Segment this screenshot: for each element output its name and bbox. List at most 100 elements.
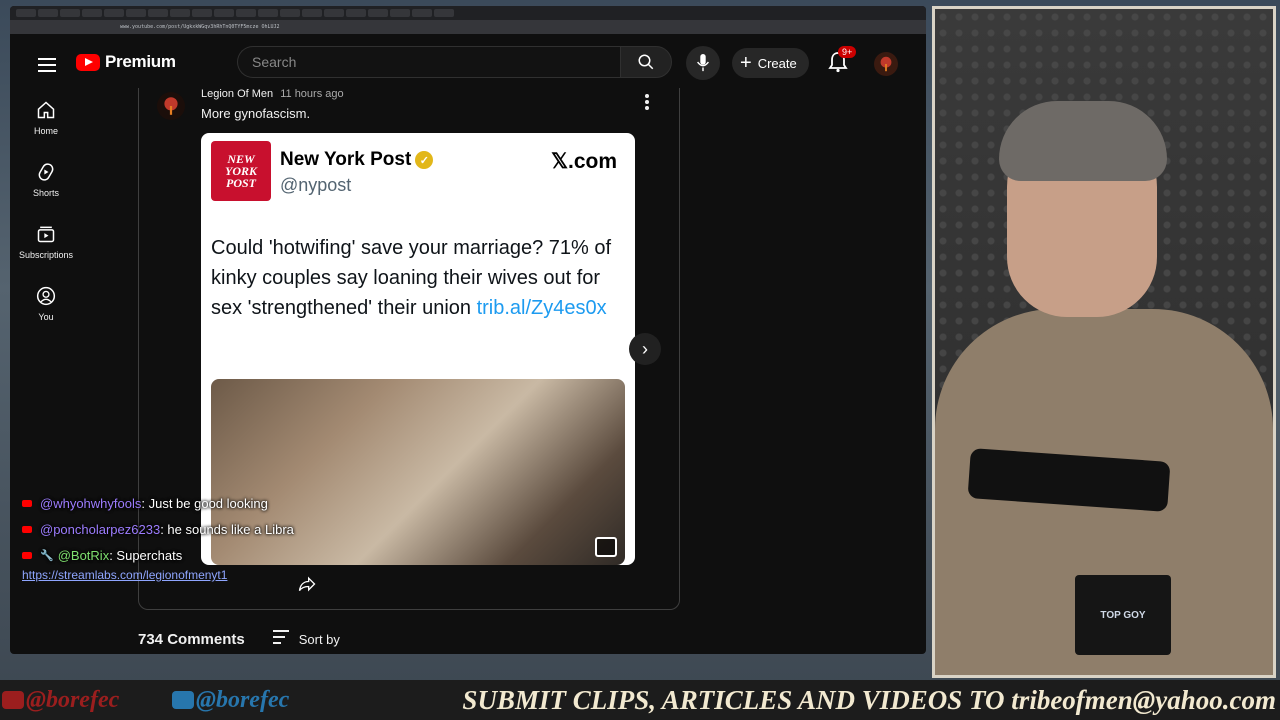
wrench-icon: 🔧 (40, 549, 54, 562)
browser-tab[interactable] (434, 9, 454, 17)
sidebar-item-subscriptions[interactable]: Subscriptions (10, 212, 82, 274)
youtube-icon (22, 551, 32, 559)
sort-icon (272, 630, 289, 648)
mug-text: TOP GOY (1100, 609, 1146, 621)
youtube-icon (2, 691, 24, 709)
browser-tab[interactable] (258, 9, 278, 17)
sort-by-button[interactable]: Sort by (272, 630, 340, 648)
bottom-banner: @borefec @borefec SUBMIT CLIPS, ARTICLES… (0, 680, 1280, 720)
browser-tab[interactable] (16, 9, 36, 17)
create-label: Create (757, 55, 797, 71)
sidebar-item-label: You (38, 312, 54, 322)
tweet-link[interactable]: trib.al/Zy4es0x (477, 297, 607, 319)
mic-icon (697, 54, 709, 72)
browser-tab[interactable] (170, 9, 190, 17)
browser-tab[interactable] (368, 9, 388, 17)
webcam-feed: TOP GOY (932, 6, 1276, 678)
sidebar-item-home[interactable]: Home (10, 88, 82, 150)
post-author[interactable]: Legion Of Men (201, 88, 273, 100)
browser-tab[interactable] (302, 9, 322, 17)
post-time[interactable]: 11 hours ago (280, 88, 343, 100)
tweet-account-name: New York Post ✓ (280, 149, 434, 171)
tweet-handle: @nypost (280, 175, 352, 195)
mug: TOP GOY (1075, 575, 1171, 655)
chat-username: @poncholarpez6233 (40, 521, 161, 537)
browser-tab[interactable] (214, 9, 234, 17)
verified-badge-icon: ✓ (415, 151, 434, 169)
browser-tab[interactable] (236, 9, 256, 17)
chat-text: : Superchats (109, 547, 183, 563)
tree-logo-icon (164, 97, 178, 115)
browser-tab[interactable] (82, 9, 102, 17)
post-text: More gynofascism. (201, 106, 311, 121)
browser-tab[interactable] (280, 9, 300, 17)
subscriptions-icon (37, 226, 55, 243)
youtube-handle-text: @borefec (26, 686, 120, 713)
sidebar-item-shorts[interactable]: Shorts (10, 150, 82, 212)
streamlabs-link[interactable]: https://streamlabs.com/legionofmenyt1 (22, 568, 294, 582)
comments-count: 734 Comments (138, 630, 245, 648)
new-york-post-logo: NEW YORK POST (211, 141, 271, 201)
youtube-icon (22, 525, 32, 533)
more-options-icon[interactable] (645, 94, 649, 112)
search-input[interactable]: Search (237, 46, 620, 78)
submit-clips-banner-text: SUBMIT CLIPS, ARTICLES AND VIDEOS TO tri… (462, 684, 1276, 715)
x-com-label: 𝕏.com (551, 150, 617, 173)
youtube-icon (22, 499, 32, 507)
account-avatar[interactable] (874, 52, 898, 76)
youtube-play-icon (76, 53, 100, 71)
channel-avatar[interactable] (157, 92, 185, 120)
chat-username: @whyohwhyfools (40, 495, 142, 511)
chat-text: : he sounds like a Libra (160, 521, 294, 537)
sidebar-item-label: Home (33, 126, 58, 136)
stream-screen: www.youtube.com/post/UgkxkWGqv3hRhTnQ0TY… (0, 0, 1280, 720)
browser-tab[interactable] (38, 9, 58, 17)
browser-tab[interactable] (412, 9, 432, 17)
chat-message: @poncholarpez6233 : he sounds like a Lib… (22, 516, 294, 542)
home-icon (37, 101, 55, 119)
notifications-badge: 9+ (838, 46, 857, 58)
youtube-handle: @borefec (0, 687, 170, 714)
browser-tab[interactable] (324, 9, 344, 17)
tweet-name: New York Post (280, 149, 412, 170)
youtube-premium-logo[interactable]: Premium (76, 52, 176, 72)
twitter-bird-icon (172, 691, 194, 709)
twitter-handle-text: @borefec (196, 686, 290, 713)
chevron-right-icon: › (642, 338, 648, 359)
address-bar[interactable]: www.youtube.com/post/UgkxkWGqv3hRhTnQ0TY… (10, 20, 926, 34)
stream-chat-overlay: @whyohwhyfools : Just be good looking @p… (22, 490, 294, 582)
voice-search-button[interactable] (686, 46, 720, 80)
you-icon (36, 286, 56, 306)
chat-text: : Just be good looking (141, 495, 268, 511)
sidebar: Home Shorts Subscriptions You (10, 88, 82, 336)
create-button[interactable]: + Create (732, 48, 809, 78)
chat-message: 🔧 @BotRix : Superchats (22, 542, 294, 568)
sort-by-label: Sort by (298, 631, 340, 647)
search-button[interactable] (620, 46, 672, 78)
browser-tab[interactable] (390, 9, 410, 17)
browser-tab[interactable] (60, 9, 80, 17)
chat-message: @whyohwhyfools : Just be good looking (22, 490, 294, 516)
next-image-button[interactable]: › (629, 333, 661, 365)
share-icon[interactable] (297, 574, 317, 594)
plus-icon: + (740, 52, 752, 74)
sidebar-item-label: Shorts (32, 188, 59, 198)
post-author-line: Legion Of Men 11 hours ago (201, 88, 344, 100)
twitter-handle: @borefec (170, 687, 340, 714)
tree-logo-icon (880, 56, 892, 72)
browser-tab[interactable] (148, 9, 168, 17)
streamer-hair (999, 101, 1167, 181)
browser-tab[interactable] (126, 9, 146, 17)
browser-tab[interactable] (104, 9, 124, 17)
comments-header: 734 Comments Sort by (138, 630, 340, 648)
logo-text: Premium (105, 52, 176, 71)
shorts-icon (38, 163, 54, 181)
browser-tab[interactable] (192, 9, 212, 17)
browser-tab[interactable] (346, 9, 366, 17)
address-url: www.youtube.com/post/UgkxkWGqv3hRhTnQ0TY… (120, 24, 280, 30)
menu-icon[interactable] (38, 58, 56, 76)
chat-username: @BotRix (57, 547, 110, 563)
sidebar-item-you[interactable]: You (10, 274, 82, 336)
search-icon (638, 54, 654, 70)
youtube-header: Premium Search + Create 9+ (10, 34, 926, 88)
